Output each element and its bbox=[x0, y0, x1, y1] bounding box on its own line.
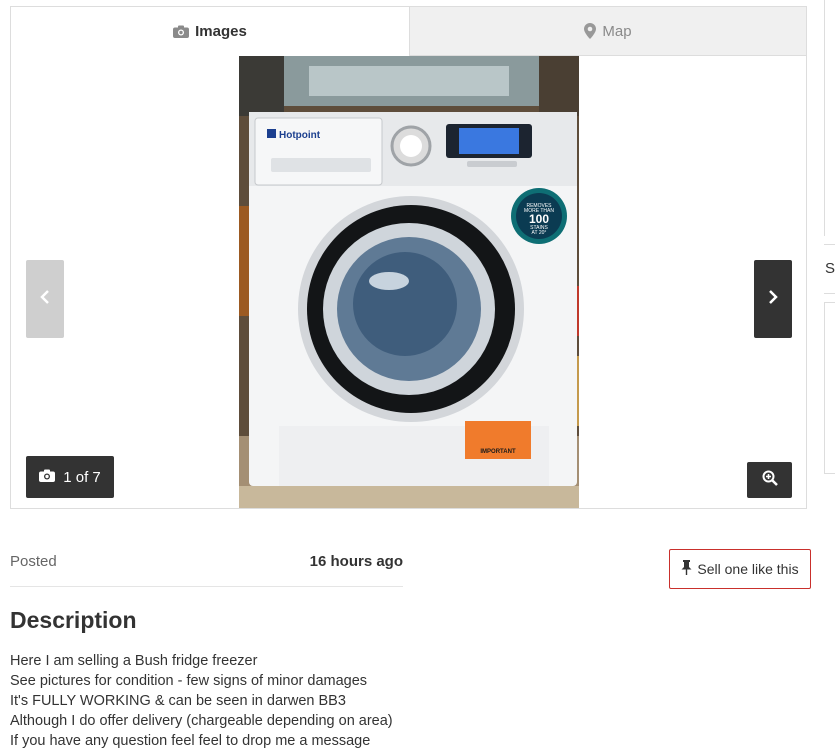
next-image-button[interactable] bbox=[754, 260, 792, 338]
image-counter: 1 of 7 bbox=[26, 456, 114, 498]
sidebar-panel-edge-lower bbox=[824, 302, 835, 474]
zoom-image-button[interactable] bbox=[747, 462, 792, 498]
description-line: Here I am selling a Bush fridge freezer bbox=[10, 653, 258, 669]
image-counter-text: 1 of 7 bbox=[63, 468, 101, 486]
description-line: It's FULLY WORKING & can be seen in darw… bbox=[10, 693, 346, 709]
chevron-left-icon bbox=[40, 289, 50, 309]
posted-time: 16 hours ago bbox=[309, 553, 403, 570]
sidebar-panel-fragment: S bbox=[824, 244, 835, 294]
tab-map[interactable]: Map bbox=[409, 7, 806, 56]
description-line: See pictures for condition - few signs o… bbox=[10, 673, 368, 689]
chevron-right-icon bbox=[768, 289, 778, 309]
camera-icon bbox=[39, 469, 56, 486]
zoom-in-icon bbox=[762, 470, 778, 491]
gallery-tabs: Images Map bbox=[11, 7, 806, 56]
previous-image-button[interactable] bbox=[26, 260, 64, 338]
photo-badge-number: 100 bbox=[529, 212, 549, 226]
tab-images-label: Images bbox=[195, 23, 247, 40]
camera-icon bbox=[173, 25, 190, 38]
description-title: Description bbox=[10, 607, 137, 633]
sell-one-like-this-button[interactable]: Sell one like this bbox=[669, 549, 811, 589]
sidebar-fragment-text: S bbox=[825, 260, 835, 277]
sidebar-panel-edge bbox=[824, 0, 835, 236]
description-line: If you have any question feel feel to dr… bbox=[10, 733, 371, 749]
description-body: Here I am selling a Bush fridge freezer … bbox=[10, 651, 393, 750]
map-pin-icon bbox=[584, 23, 597, 39]
tab-images[interactable]: Images bbox=[11, 7, 409, 56]
tab-map-label: Map bbox=[602, 22, 632, 40]
posted-label: Posted bbox=[10, 553, 57, 570]
photo-sticker-text: IMPORTANT bbox=[480, 449, 516, 455]
photo-brand-text: Hotpoint bbox=[279, 130, 321, 141]
posted-row: Posted 16 hours ago bbox=[10, 553, 403, 587]
pin-icon bbox=[681, 560, 692, 578]
photo-badge-line-5: AT 20° bbox=[532, 230, 547, 236]
description-line: Although I do offer delivery (chargeable… bbox=[10, 713, 393, 729]
sell-button-label: Sell one like this bbox=[697, 561, 799, 577]
listing-photo[interactable]: Hotpoint REMOVES MORE THAN 100 STAINS AT… bbox=[239, 56, 579, 508]
image-gallery: Images Map Hotpoint REMOVES MORE THAN 10… bbox=[10, 6, 807, 509]
